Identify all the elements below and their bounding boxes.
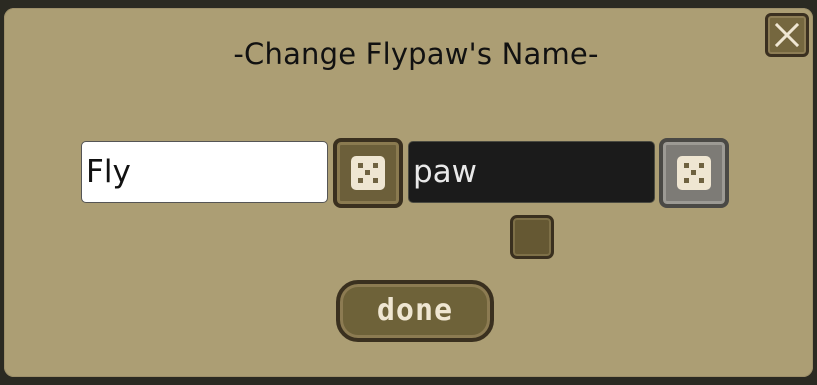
dice-icon bbox=[677, 156, 711, 190]
suffix-toggle-checkbox[interactable] bbox=[510, 215, 554, 259]
done-button[interactable]: done bbox=[336, 280, 494, 342]
change-name-dialog: -Change Flypaw's Name- done bbox=[0, 0, 817, 385]
prefix-name-input[interactable] bbox=[81, 141, 328, 203]
randomize-suffix-button[interactable] bbox=[659, 138, 729, 208]
randomize-prefix-button[interactable] bbox=[333, 138, 403, 208]
dialog-title: -Change Flypaw's Name- bbox=[233, 37, 599, 71]
dice-icon bbox=[351, 156, 385, 190]
close-icon bbox=[774, 22, 800, 48]
suffix-name-input[interactable] bbox=[408, 141, 655, 203]
close-button[interactable] bbox=[765, 13, 809, 57]
